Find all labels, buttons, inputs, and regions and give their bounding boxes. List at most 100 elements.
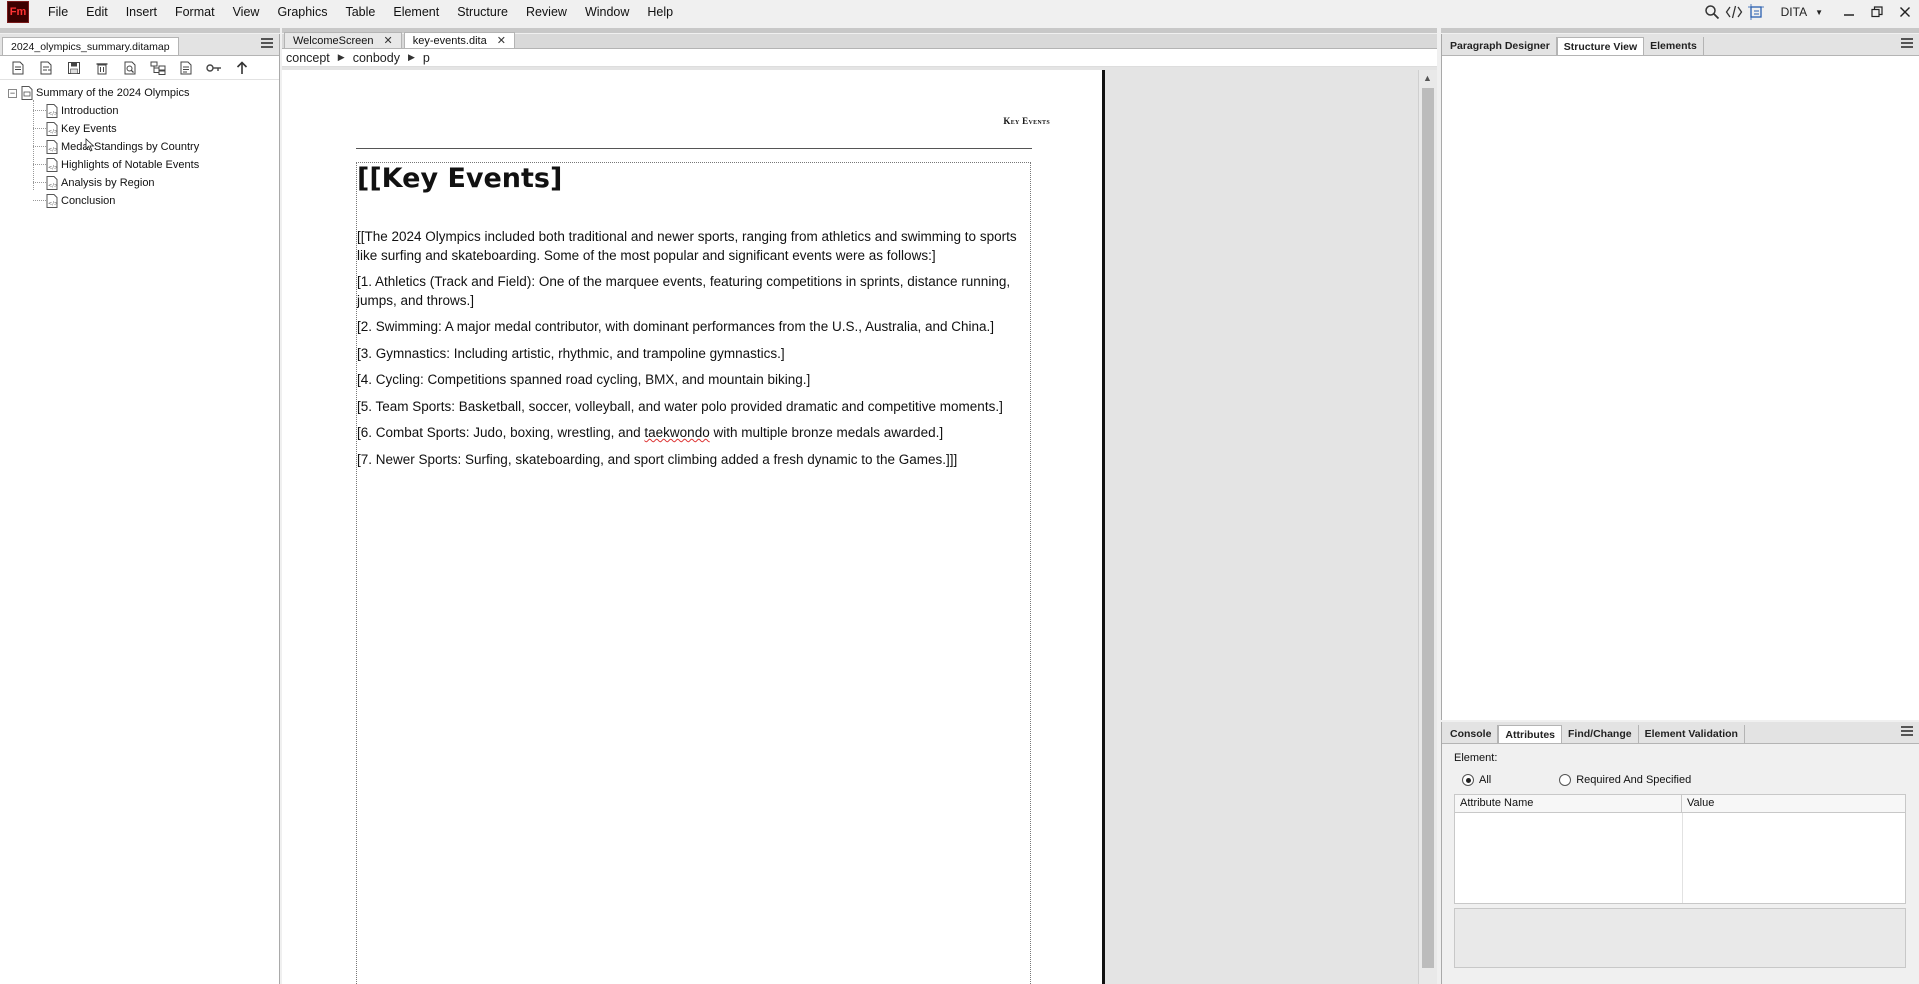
tree-item-medal-standings[interactable]: </> Medal Standings by Country <box>8 138 279 156</box>
topic-file-icon: </> <box>46 194 58 208</box>
properties-icon[interactable] <box>172 57 200 79</box>
frame-view-icon[interactable] <box>1745 1 1767 23</box>
menu-graphics[interactable]: Graphics <box>268 0 336 24</box>
menu-window[interactable]: Window <box>576 0 638 24</box>
topic-file-icon: </> <box>46 104 58 118</box>
tree-item-label: Introduction <box>61 105 119 117</box>
tree-branch <box>33 182 46 183</box>
paragraph-athletics[interactable]: [1. Athletics (Track and Field): One of … <box>357 273 1027 310</box>
paragraph-newer-sports[interactable]: [7. Newer Sports: Surfing, skateboarding… <box>357 451 1027 470</box>
tab-elements[interactable]: Elements <box>1644 37 1704 55</box>
ditamap-tabbar: 2024_olympics_summary.ditamap <box>0 34 279 56</box>
column-attribute-name[interactable]: Attribute Name <box>1455 795 1682 812</box>
delete-icon[interactable] <box>88 57 116 79</box>
tab-console[interactable]: Console <box>1444 725 1499 743</box>
breadcrumb-arrow-icon: ▶ <box>407 52 415 62</box>
document-area: WelcomeScreen ✕ key-events.dita ✕ concep… <box>282 32 1437 984</box>
code-view-icon[interactable] <box>1723 1 1745 23</box>
new-topic-icon[interactable] <box>4 57 32 79</box>
menu-bar: Fm File Edit Insert Format View Graphics… <box>0 0 1919 24</box>
tab-attributes[interactable]: Attributes <box>1498 725 1563 743</box>
menu-view[interactable]: View <box>224 0 269 24</box>
close-icon[interactable]: ✕ <box>384 34 393 47</box>
topic-title[interactable]: [[Key Events] <box>357 162 1027 196</box>
running-header: Key Events <box>1003 116 1050 126</box>
close-icon[interactable]: ✕ <box>497 34 506 47</box>
menu-edit[interactable]: Edit <box>77 0 117 24</box>
search-icon[interactable] <box>1701 1 1723 23</box>
tab-paragraph-designer[interactable]: Paragraph Designer <box>1444 37 1557 55</box>
structure-tabbar: Paragraph Designer Structure View Elemen… <box>1442 34 1919 56</box>
paragraph-swimming[interactable]: [2. Swimming: A major medal contributor,… <box>357 318 1027 337</box>
menu-insert[interactable]: Insert <box>117 0 166 24</box>
workspace-selector[interactable]: DITA ▼ <box>1781 5 1823 19</box>
tree-item-introduction[interactable]: </> Introduction <box>8 102 279 120</box>
header-rule <box>356 148 1032 149</box>
tab-key-events[interactable]: key-events.dita ✕ <box>403 32 515 48</box>
spelling-flag[interactable]: taekwondo <box>644 425 709 440</box>
breadcrumb-concept[interactable]: concept <box>286 51 330 65</box>
minimize-button[interactable] <box>1835 1 1863 23</box>
breadcrumb-conbody[interactable]: conbody <box>353 51 400 65</box>
scroll-up-icon[interactable]: ▲ <box>1423 73 1432 83</box>
paragraph-intro[interactable]: [[The 2024 Olympics included both tradit… <box>357 228 1027 265</box>
body-content[interactable]: [[Key Events] [[The 2024 Olympics includ… <box>357 162 1027 477</box>
tree-item-conclusion[interactable]: </> Conclusion <box>8 192 279 210</box>
tab-find-change[interactable]: Find/Change <box>1562 725 1639 743</box>
hierarchy-icon[interactable] <box>144 57 172 79</box>
attribute-value-editor[interactable] <box>1454 908 1906 968</box>
menu-table[interactable]: Table <box>336 0 384 24</box>
chevron-down-icon: ▼ <box>1815 7 1823 17</box>
menu-file[interactable]: File <box>39 0 77 24</box>
tree-item-analysis[interactable]: </> Analysis by Region <box>8 174 279 192</box>
ditamap-tab[interactable]: 2024_olympics_summary.ditamap <box>2 37 179 55</box>
svg-text:</>: </> <box>48 165 58 171</box>
document-page[interactable]: Key Events [[Key Events] [[The 2024 Olym… <box>282 70 1102 984</box>
radio-all[interactable] <box>1462 774 1474 786</box>
menu-help[interactable]: Help <box>638 0 682 24</box>
tab-welcome-screen[interactable]: WelcomeScreen ✕ <box>284 32 402 48</box>
right-collapse-strip[interactable] <box>1441 28 1919 33</box>
tree-item-label: Medal Standings by Country <box>61 141 200 153</box>
paragraph-cycling[interactable]: [4. Cycling: Competitions spanned road c… <box>357 371 1027 390</box>
collapse-icon[interactable]: − <box>8 88 17 98</box>
breadcrumb-p[interactable]: p <box>423 51 430 65</box>
tab-structure-view[interactable]: Structure View <box>1556 37 1645 55</box>
tree-branch <box>33 164 46 165</box>
left-collapse-strip[interactable] <box>0 28 280 33</box>
move-up-icon[interactable] <box>228 57 256 79</box>
paragraph-gymnastics[interactable]: [3. Gymnastics: Including artistic, rhyt… <box>357 345 1027 364</box>
tree-item-label: Key Events <box>61 123 117 135</box>
column-value[interactable]: Value <box>1682 795 1719 812</box>
map-icon <box>21 86 33 100</box>
radio-required-specified[interactable] <box>1559 774 1572 786</box>
preview-icon[interactable] <box>116 57 144 79</box>
tree-root-item[interactable]: − Summary of the 2024 Olympics <box>8 84 279 102</box>
tab-label: key-events.dita <box>412 34 487 47</box>
insert-topic-icon[interactable] <box>32 57 60 79</box>
tree-item-key-events[interactable]: </> Key Events <box>8 120 279 138</box>
attributes-table-body <box>1455 813 1905 903</box>
scrollbar-thumb[interactable] <box>1422 88 1434 968</box>
restore-button[interactable] <box>1863 1 1891 23</box>
menu-review[interactable]: Review <box>517 0 576 24</box>
paragraph-team-sports[interactable]: [5. Team Sports: Basketball, soccer, vol… <box>357 398 1027 417</box>
attributes-table[interactable]: Attribute Name Value <box>1454 794 1906 904</box>
menu-structure[interactable]: Structure <box>448 0 517 24</box>
tree-item-highlights[interactable]: </> Highlights of Notable Events <box>8 156 279 174</box>
panel-menu-icon[interactable] <box>1901 38 1913 50</box>
menu-format[interactable]: Format <box>166 0 224 24</box>
structure-panel: Paragraph Designer Structure View Elemen… <box>1441 34 1919 720</box>
menu-element[interactable]: Element <box>384 0 448 24</box>
key-icon[interactable] <box>200 57 228 79</box>
save-icon[interactable] <box>60 57 88 79</box>
panel-menu-icon[interactable] <box>1901 726 1913 738</box>
radio-required-label: Required And Specified <box>1576 774 1692 786</box>
paragraph-combat-sports[interactable]: [6. Combat Sports: Judo, boxing, wrestli… <box>357 424 1027 443</box>
tree-item-label: Highlights of Notable Events <box>61 159 200 171</box>
panel-menu-icon[interactable] <box>261 38 273 50</box>
tab-element-validation[interactable]: Element Validation <box>1639 725 1745 743</box>
vertical-scrollbar[interactable]: ▲ <box>1418 70 1437 984</box>
close-window-button[interactable] <box>1891 1 1919 23</box>
ditamap-panel: 2024_olympics_summary.ditamap − Summary … <box>0 34 280 984</box>
